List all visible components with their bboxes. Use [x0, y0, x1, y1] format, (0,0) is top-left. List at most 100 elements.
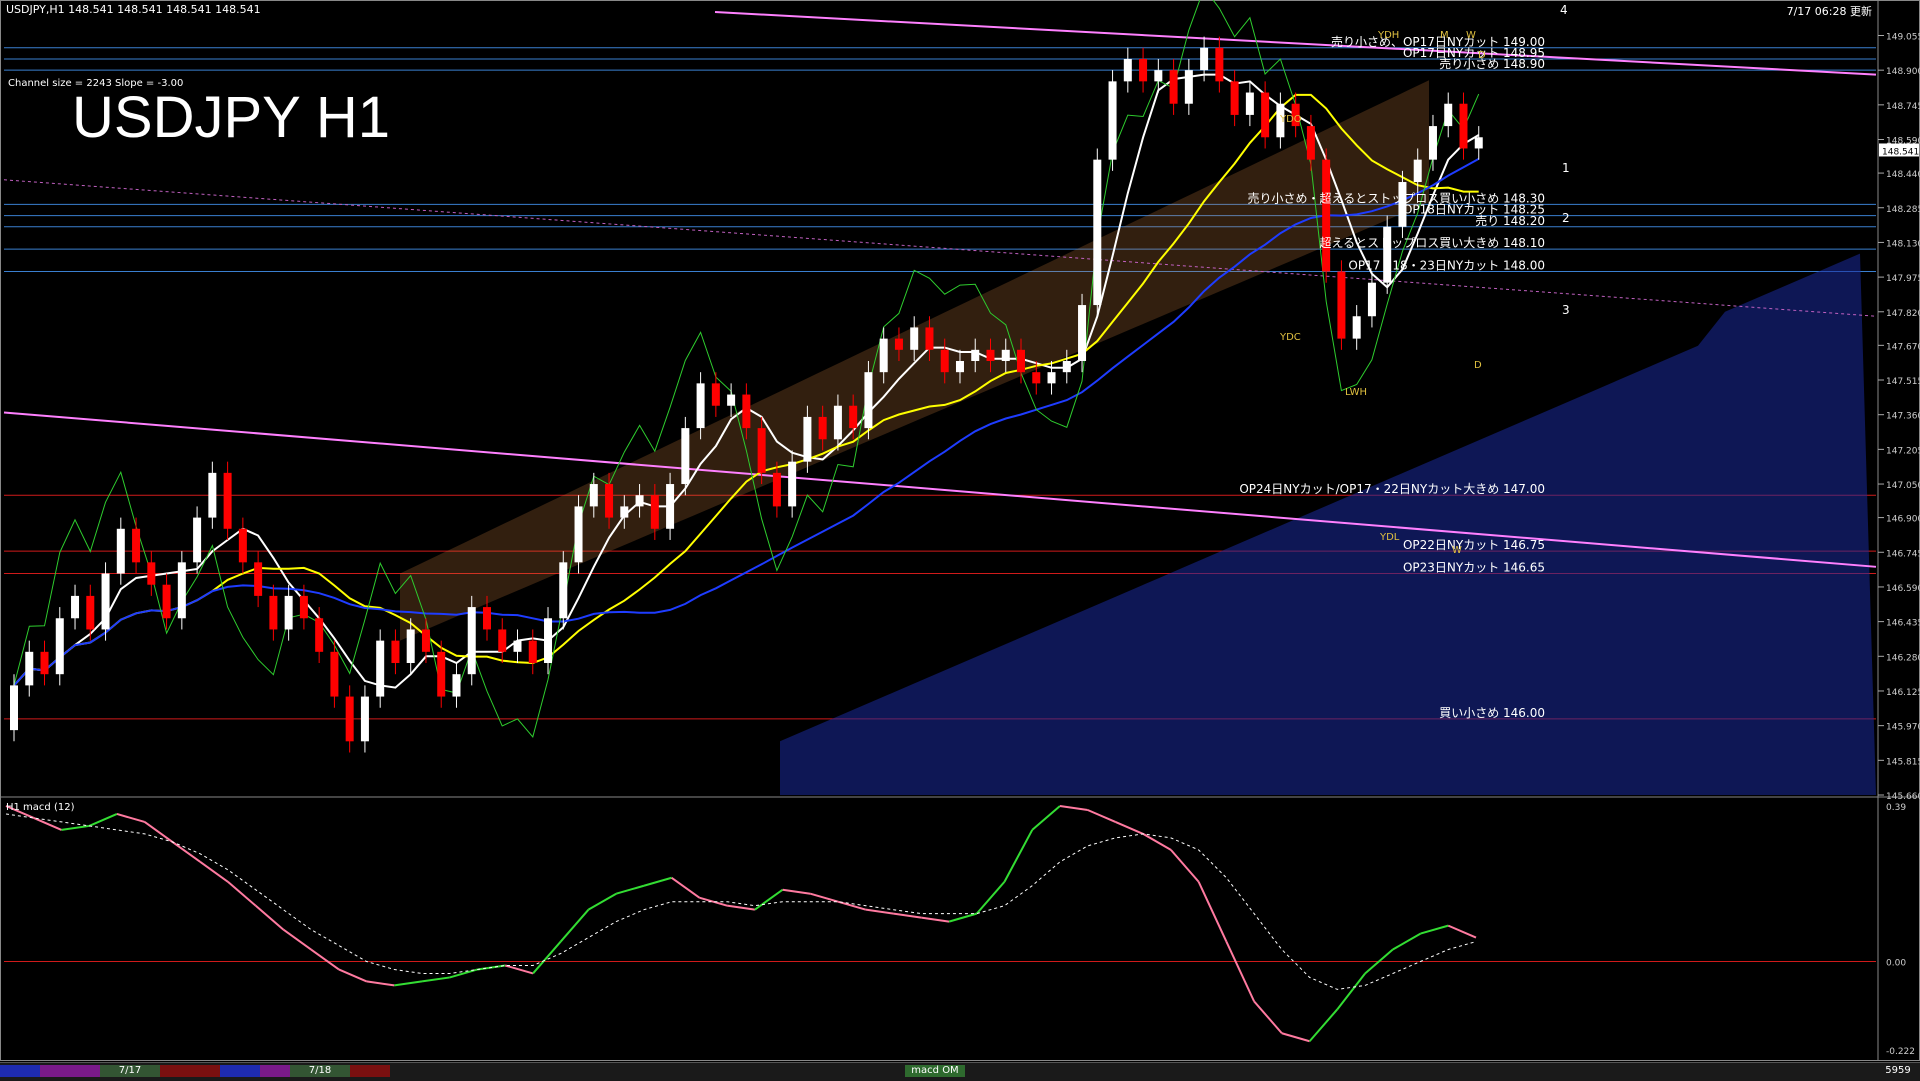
macd-line-segment [1225, 941, 1256, 1002]
price-axis: 149.055148.900148.745148.590148.440148.2… [1878, 32, 1920, 802]
candle-body [559, 562, 568, 619]
channel-line-mid [3, 179, 1877, 317]
candle-body [1032, 372, 1041, 384]
macd-line-segment [116, 813, 145, 823]
candle-body [986, 349, 995, 361]
candle-body [833, 405, 842, 440]
candle-body [1001, 349, 1010, 361]
candle-body [1047, 372, 1056, 384]
macd-line-segment [726, 904, 756, 911]
marker-label: D [1478, 50, 1486, 61]
candle-body [299, 595, 308, 619]
candle-body [742, 394, 751, 429]
candle-body [208, 472, 217, 518]
macd-line-segment [810, 892, 839, 903]
macd-line-segment [754, 888, 784, 911]
candle-body [1200, 47, 1209, 71]
candle-body [605, 484, 614, 518]
macd-line-segment [394, 980, 423, 987]
price-level-label: OP23日NYカット 146.65 [1403, 561, 1545, 575]
candle-body [482, 607, 491, 630]
marker-label: W [1466, 30, 1476, 41]
candle-body [315, 618, 324, 652]
candle-body [101, 573, 110, 630]
candle-body [528, 640, 537, 664]
candle-body [650, 495, 659, 529]
candle-body [879, 338, 888, 373]
macd-line-segment [1336, 972, 1366, 1010]
axis-tick-label: 146.435 [1886, 619, 1920, 629]
candle-body [1093, 159, 1102, 306]
macd-line-segment [144, 821, 173, 843]
bottom-bar: 7/17 7/18 macd OM 5959 [0, 1062, 1920, 1081]
candle-body [86, 595, 95, 630]
axis-tick-label: 148.900 [1886, 67, 1920, 77]
marker-label: W [1452, 545, 1462, 556]
axis-tick-label: 145.660 [1886, 792, 1920, 802]
candle-body [223, 472, 232, 529]
candle-body [1062, 360, 1071, 373]
candle-body [1169, 70, 1178, 104]
tab-indicator[interactable]: macd OM [905, 1065, 965, 1077]
candle-body [1428, 126, 1437, 160]
axis-tick-label: 146.900 [1886, 515, 1920, 525]
candle-body [391, 640, 400, 664]
candle-body [284, 595, 293, 630]
price-level-label: 買い小さめ 146.00 [1439, 706, 1545, 720]
macd-line-segment [199, 861, 229, 883]
macd-line-segment [1253, 1000, 1283, 1034]
candle-body [10, 685, 18, 731]
tab-date-1[interactable]: 7/17 [100, 1065, 160, 1077]
candle-body [1306, 126, 1315, 160]
candle-body [1108, 81, 1117, 160]
candle-body [55, 618, 64, 675]
candle-body [1123, 58, 1132, 82]
marker-label: YDO [1279, 114, 1302, 125]
candle-body [513, 640, 522, 652]
macd-line-segment [227, 880, 257, 907]
macd-line-segment [865, 908, 894, 915]
macd-line-segment [254, 904, 285, 931]
color-strip-blue-2 [220, 1065, 260, 1077]
current-price-label: 148.541 [1882, 147, 1919, 157]
macd-line-segment [837, 900, 867, 911]
candle-body [1322, 159, 1331, 272]
candle-body [360, 696, 369, 742]
macd-line-segment [532, 940, 562, 975]
macd-line-segment [643, 876, 672, 887]
candle-body [147, 562, 156, 585]
macd-line-segment [1392, 932, 1422, 951]
color-strip-red [160, 1065, 220, 1077]
axis-tick-label: 146.280 [1886, 653, 1920, 663]
channel-number: 4 [1560, 3, 1568, 17]
candle-body [1154, 70, 1163, 82]
macd-line-segment [310, 948, 340, 971]
macd-line-segment [1115, 821, 1144, 835]
macd-line-segment [504, 964, 534, 975]
axis-tick-label: 148.745 [1886, 102, 1920, 112]
candle-body [772, 472, 781, 507]
tab-date-2[interactable]: 7/18 [290, 1065, 350, 1077]
candle-body [864, 372, 873, 429]
candle-body [25, 651, 34, 686]
candle-body [544, 618, 553, 664]
update-time: 7/17 06:28 更新 [1786, 5, 1872, 18]
candle-body [1459, 103, 1468, 149]
candle-body [345, 696, 354, 742]
macd-line-segment [1447, 924, 1477, 939]
macd-line-segment [782, 888, 811, 895]
candle-body [1367, 282, 1376, 317]
macd-line-segment [948, 912, 978, 923]
chart-area: 売り小さめ、OP17日NYカット 149.00OP17日NYカット 148.95… [0, 0, 1920, 1061]
candle-body [849, 405, 858, 429]
macd-line-segment [559, 909, 590, 943]
macd-line-segment [338, 968, 367, 983]
candle-body [132, 528, 141, 563]
macd-line-segment [921, 916, 950, 923]
axis-tick-label: 147.515 [1886, 377, 1920, 387]
color-strip-blue [0, 1065, 40, 1077]
candle-body [910, 327, 919, 350]
axis-tick-label: 146.590 [1886, 584, 1920, 594]
candle-body [894, 338, 903, 350]
macd-signal-line [5, 813, 1477, 990]
